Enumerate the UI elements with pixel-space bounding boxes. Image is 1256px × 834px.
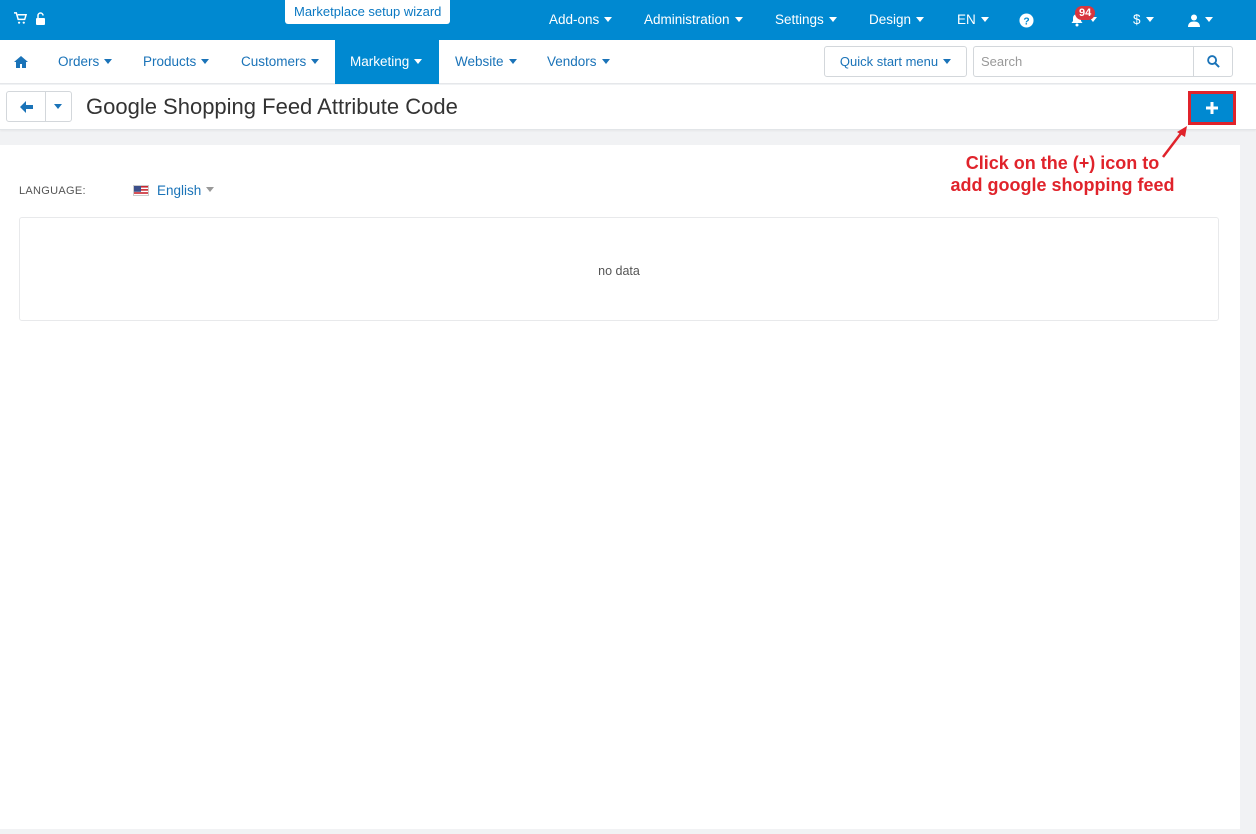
caret-down-icon (916, 16, 925, 22)
nav-products[interactable]: Products (143, 40, 210, 84)
top-bar: Marketplace setup wizard Add-ons Adminis… (0, 0, 1256, 40)
caret-down-icon (734, 16, 743, 22)
plus-icon (1206, 102, 1218, 114)
user-menu[interactable] (1188, 0, 1213, 40)
back-button[interactable] (6, 91, 46, 122)
quick-start-menu-button[interactable]: Quick start menu (824, 46, 967, 77)
topmenu-label: Design (869, 12, 912, 27)
notification-badge: 94 (1075, 6, 1096, 20)
nav-website[interactable]: Website (455, 40, 517, 84)
caret-down-icon (311, 58, 320, 64)
search-input[interactable] (973, 46, 1194, 77)
caret-down-icon (1145, 16, 1154, 22)
currency-menu[interactable]: $ (1133, 0, 1154, 40)
caret-down-icon (206, 187, 215, 192)
topmenu-design[interactable]: Design (869, 0, 925, 40)
caret-down-icon (828, 16, 837, 22)
quick-start-label: Quick start menu (839, 54, 939, 69)
nav-label: Website (455, 54, 504, 69)
top-left-icons (14, 12, 47, 30)
nav-customers[interactable]: Customers (241, 40, 320, 84)
page-header: Google Shopping Feed Attribute Code (0, 85, 1256, 130)
search-icon (1207, 55, 1220, 68)
search-button[interactable] (1193, 46, 1233, 77)
svg-text:?: ? (1023, 16, 1029, 27)
topmenu-label: Settings (775, 12, 824, 27)
language-select[interactable]: English (133, 183, 215, 198)
empty-state-text: no data (598, 264, 640, 278)
nav-label: Customers (241, 54, 307, 69)
nav-orders[interactable]: Orders (58, 40, 113, 84)
cart-icon[interactable] (14, 12, 28, 30)
user-icon (1188, 14, 1200, 27)
annotation-line-2: add google shopping feed (950, 175, 1175, 195)
annotation-callout: Click on the (+) icon to add google shop… (930, 152, 1195, 196)
nav-marketing[interactable]: Marketing (335, 40, 439, 84)
content-panel: LANGUAGE: English no data (0, 145, 1240, 829)
caret-down-icon (508, 58, 517, 64)
marketplace-wizard-button[interactable]: Marketplace setup wizard (285, 0, 451, 24)
caret-down-icon (414, 58, 423, 64)
caret-down-icon (943, 59, 952, 65)
nav-vendors[interactable]: Vendors (547, 40, 610, 84)
back-dropdown-button[interactable] (45, 91, 72, 122)
caret-down-icon (604, 16, 613, 22)
language-label: LANGUAGE: (19, 185, 86, 197)
home-button[interactable] (14, 40, 28, 84)
nav-label: Orders (58, 54, 100, 69)
topmenu-administration[interactable]: Administration (644, 0, 743, 40)
topmenu-label: Administration (644, 12, 730, 27)
nav-label: Marketing (350, 54, 410, 69)
arrow-left-icon (20, 101, 33, 113)
main-nav: Orders Products Customers Marketing Webs… (0, 40, 1256, 84)
topmenu-addons[interactable]: Add-ons (549, 0, 613, 40)
help-button[interactable]: ? (1019, 0, 1034, 40)
caret-down-icon (601, 58, 610, 64)
nav-label: Vendors (547, 54, 597, 69)
help-icon: ? (1019, 12, 1034, 28)
caret-down-icon (1205, 16, 1213, 22)
caret-down-icon (104, 58, 113, 64)
annotation-line-1: Click on the (+) icon to (965, 153, 1160, 173)
caret-down-icon (980, 16, 989, 22)
add-button[interactable] (1188, 91, 1236, 125)
page-title: Google Shopping Feed Attribute Code (86, 94, 458, 119)
topmenu-language[interactable]: EN (957, 0, 989, 40)
unlock-icon[interactable] (35, 12, 47, 30)
us-flag-icon (133, 185, 149, 196)
empty-state-box: no data (19, 217, 1219, 321)
nav-label: Products (143, 54, 197, 69)
language-value: English (157, 183, 202, 198)
currency-label: $ (1133, 12, 1141, 27)
caret-down-icon (201, 58, 210, 64)
home-icon (14, 56, 28, 69)
topmenu-settings[interactable]: Settings (775, 0, 837, 40)
topmenu-label: Add-ons (549, 12, 600, 27)
caret-down-icon (54, 104, 62, 109)
topmenu-label: EN (957, 12, 976, 27)
